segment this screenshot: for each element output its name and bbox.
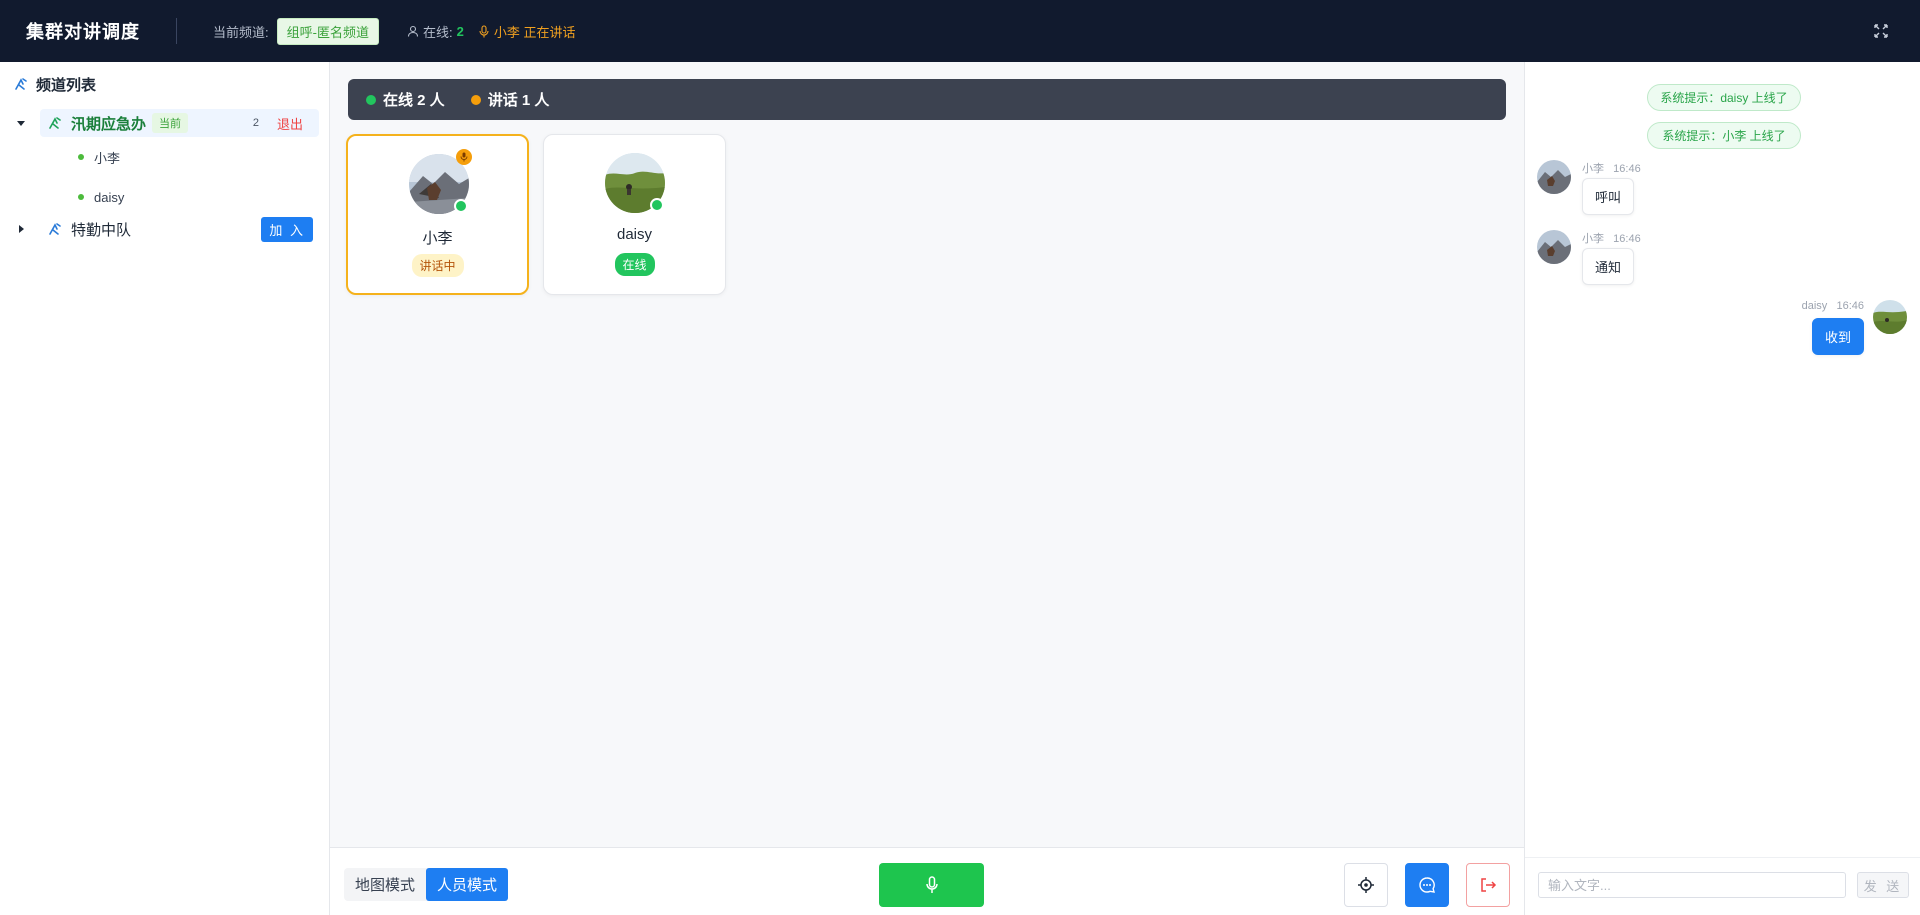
push-to-talk-button[interactable] <box>879 863 984 907</box>
current-tag: 当前 <box>152 113 189 133</box>
member-card-speaking[interactable]: 小李 讲话中 <box>346 134 529 295</box>
message-time: 16:46 <box>1613 233 1641 245</box>
chat-input-area: 发 送 <box>1525 857 1920 915</box>
main-panel: 在线 2 人 讲话 1 人 小李 讲话中 daisy 在线 <box>330 62 1524 847</box>
avatar <box>1537 230 1571 264</box>
caret-down-icon[interactable] <box>16 118 26 128</box>
map-mode-button[interactable]: 地图模式 <box>344 868 426 901</box>
message-bubble-self: 收到 <box>1811 318 1864 355</box>
online-count: 2 <box>456 23 464 39</box>
leave-channel-button[interactable]: 退出 <box>277 114 303 133</box>
current-channel-tag: 组呼-匿名频道 <box>276 17 379 45</box>
message-meta: 小李 16:46 <box>1582 160 1641 176</box>
channel-list-icon <box>15 78 27 90</box>
member-status-tag: 讲话中 <box>411 254 464 277</box>
message-sender: 小李 <box>1582 163 1604 175</box>
fullscreen-icon <box>1874 24 1888 38</box>
app-title: 集群对讲调度 <box>26 22 140 42</box>
channel-member[interactable]: daisy <box>0 177 329 217</box>
locate-icon <box>1358 877 1374 893</box>
join-channel-button[interactable]: 加 入 <box>261 216 313 242</box>
chat-toggle-button[interactable] <box>1405 863 1449 907</box>
mic-icon <box>479 24 489 37</box>
speaking-text: 小李 正在讲话 <box>493 24 576 40</box>
online-label: 在线: <box>422 24 453 40</box>
avatar <box>1537 160 1571 194</box>
member-count-badge: 2 <box>252 117 259 129</box>
current-channel-label: 当前频道: <box>213 24 269 40</box>
locate-button[interactable] <box>1344 863 1388 907</box>
speaking-indicator: 小李 正在讲话 <box>478 22 576 41</box>
message-meta: daisy 16:46 <box>1802 300 1864 312</box>
member-name: daisy <box>94 189 125 205</box>
mic-icon <box>460 152 468 162</box>
online-status-dot <box>454 199 468 213</box>
logout-icon <box>1481 878 1497 892</box>
member-name: 小李 <box>94 150 121 166</box>
member-card-name: daisy <box>616 226 653 243</box>
header-divider <box>176 18 177 44</box>
system-message: 系统提示：daisy 上线了 <box>1647 84 1801 111</box>
channel-member[interactable]: 小李 <box>0 137 329 177</box>
fullscreen-button[interactable] <box>1872 22 1890 40</box>
online-status-dot <box>650 198 664 212</box>
online-stat-text: 在线 2 人 <box>383 92 445 109</box>
channel-icon <box>49 117 61 129</box>
message-sender: daisy <box>1801 300 1828 312</box>
message-meta: 小李 16:46 <box>1582 230 1641 246</box>
online-stat-dot <box>366 94 376 105</box>
chat-input[interactable] <box>1538 872 1846 898</box>
member-status-tag: 在线 <box>614 253 655 276</box>
online-dot <box>78 194 84 200</box>
stats-bar: 在线 2 人 讲话 1 人 <box>348 79 1506 120</box>
top-bar: 集群对讲调度 当前频道: 组呼-匿名频道 在线: 2 小李 正在讲话 <box>0 0 1920 62</box>
channel-list-title-text: 频道列表 <box>36 76 97 94</box>
avatar <box>1873 300 1907 334</box>
bottom-toolbar: 地图模式 人员模式 <box>330 847 1524 915</box>
message-sender: 小李 <box>1582 233 1604 245</box>
mic-icon <box>925 876 938 893</box>
speaking-stat: 讲话 1 人 <box>470 89 550 110</box>
people-mode-button[interactable]: 人员模式 <box>426 868 509 901</box>
speaking-stat-dot <box>470 94 481 105</box>
member-card[interactable]: daisy 在线 <box>543 134 726 295</box>
mode-switch: 地图模式 人员模式 <box>344 868 509 901</box>
channel-sidebar: 频道列表 汛期应急办 当前 2 退出 小李 daisy 特勤中队 加 入 <box>0 62 330 915</box>
message-bubble: 通知 <box>1582 248 1635 285</box>
speaking-stat-text: 讲话 1 人 <box>487 92 550 109</box>
online-indicator: 在线: 2 <box>407 22 464 41</box>
active-channel-row[interactable]: 汛期应急办 当前 2 退出 <box>40 109 319 137</box>
online-dot <box>78 154 84 160</box>
caret-right-icon[interactable] <box>16 224 26 234</box>
channel-item[interactable]: 特勤中队 加 入 <box>0 215 329 243</box>
send-button[interactable]: 发 送 <box>1857 872 1909 898</box>
online-stat: 在线 2 人 <box>366 89 445 110</box>
channel-icon <box>49 223 61 235</box>
user-icon <box>407 25 419 37</box>
chat-panel: 系统提示：daisy 上线了 系统提示：小李 上线了 小李 16:46 呼叫 小… <box>1524 62 1920 915</box>
chat-icon <box>1419 877 1435 893</box>
channel-name: 汛期应急办 <box>71 115 147 133</box>
channel-item-active[interactable]: 汛期应急办 当前 2 退出 <box>0 109 329 137</box>
system-message: 系统提示：小李 上线了 <box>1647 122 1801 149</box>
member-card-name: 小李 <box>422 230 453 247</box>
channel-list-title: 频道列表 <box>0 62 329 106</box>
channel-name: 特勤中队 <box>71 221 132 239</box>
speaking-mic-badge <box>456 149 472 165</box>
message-time: 16:46 <box>1613 163 1641 175</box>
message-bubble: 呼叫 <box>1582 178 1635 215</box>
message-time: 16:46 <box>1836 300 1864 312</box>
exit-button[interactable] <box>1466 863 1510 907</box>
